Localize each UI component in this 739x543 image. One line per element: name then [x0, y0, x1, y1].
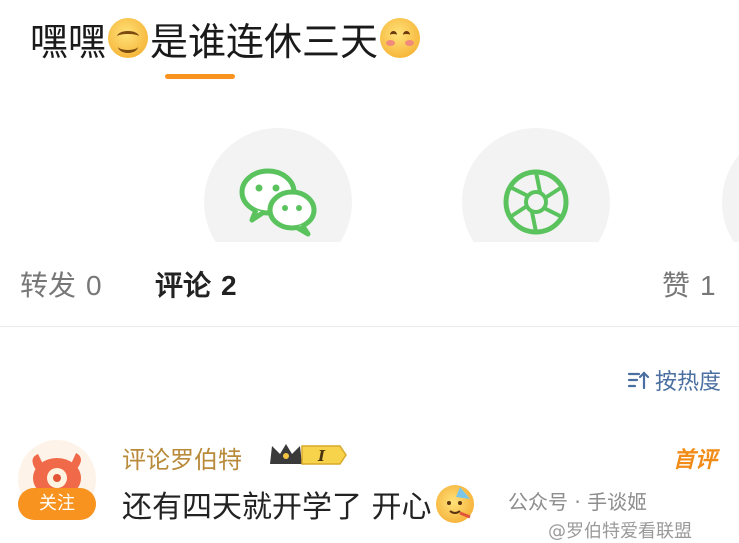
tab-count: 2 — [221, 270, 237, 301]
first-comment-tag: 首评 — [672, 448, 717, 473]
tab-count: 1 — [700, 270, 716, 301]
share-moments-button[interactable] — [462, 128, 610, 242]
sort-by-hot-button[interactable]: 按热度 — [627, 364, 721, 396]
share-more-button[interactable] — [722, 128, 739, 242]
party-hat-icon — [446, 487, 471, 519]
comment-text: 还有四天就开学了 开心 — [122, 482, 474, 526]
moments-icon — [503, 169, 569, 235]
badge-level: I — [317, 447, 326, 465]
sort-icon — [627, 371, 649, 390]
share-row — [0, 0, 739, 242]
tab-label: 转发 — [20, 269, 77, 302]
wechat-icon — [239, 168, 317, 237]
comment-body: 还有四天就开学了 开心 — [122, 490, 432, 525]
partying-face-emoji-icon — [435, 485, 474, 523]
tab-count: 0 — [86, 270, 102, 301]
tab-label: 赞 — [662, 269, 691, 302]
tab-likes[interactable]: 赞1 — [662, 264, 716, 304]
follow-button[interactable]: 关注 — [18, 488, 96, 520]
tabs-bar: 转发 0 评论 2 赞1 — [0, 242, 739, 328]
share-wechat-button[interactable] — [204, 128, 352, 242]
tab-reposts[interactable]: 转发 0 — [20, 264, 102, 304]
divider — [0, 326, 739, 327]
watermark-wechat-account: 公众号 · 手谈姬 — [508, 490, 648, 514]
watermark-weibo-account: @罗伯特爱看联盟 — [548, 521, 692, 542]
sort-label: 按热度 — [654, 370, 721, 395]
active-tab-indicator — [165, 74, 235, 79]
tab-comments[interactable]: 评论 2 — [155, 264, 237, 304]
crown-level-badge-icon: I — [270, 444, 347, 465]
comment-username[interactable]: 评论罗伯特 — [122, 440, 242, 475]
tab-label: 评论 — [155, 269, 212, 302]
